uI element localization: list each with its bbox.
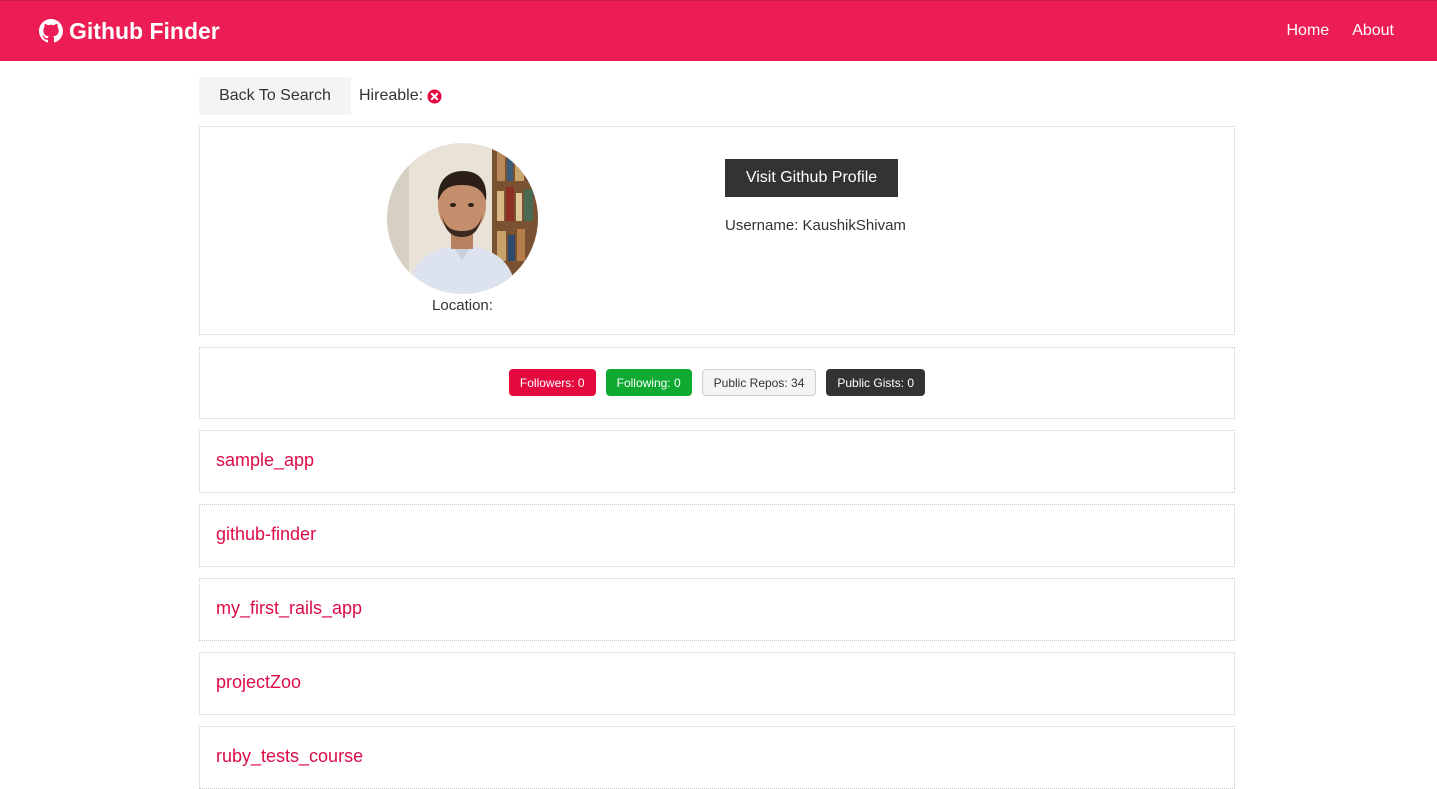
brand-title: Github Finder [69,17,220,44]
followers-badge: Followers: 0 [508,369,596,396]
repo-card: github-finder [199,504,1235,567]
stats-card: Followers: 0 Following: 0 Public Repos: … [199,347,1235,419]
repo-link[interactable]: projectZoo [216,672,301,693]
profile-card: Location: Visit Github Profile Username:… [199,126,1235,335]
repo-link[interactable]: my_first_rails_app [216,598,362,619]
nav-about-link[interactable]: About [1352,22,1394,40]
navbar: Github Finder Home About [0,0,1437,61]
repo-link[interactable]: ruby_tests_course [216,746,363,767]
github-icon [39,19,63,43]
repo-link[interactable]: github-finder [216,524,316,545]
hireable-status: Hireable: [359,87,442,105]
repo-link[interactable]: sample_app [216,450,314,471]
repo-card: my_first_rails_app [199,578,1235,641]
stats-badges: Followers: 0 Following: 0 Public Repos: … [200,369,1234,396]
repo-card: projectZoo [199,652,1235,715]
username-label: Username: KaushikShivam [725,217,906,234]
brand[interactable]: Github Finder [39,17,220,45]
nav-links: Home About [1287,22,1395,40]
avatar [387,143,538,294]
hireable-label: Hireable: [359,87,424,104]
nav-home-link[interactable]: Home [1287,22,1330,40]
public-repos-badge: Public Repos: 34 [701,369,817,396]
repo-card: sample_app [199,430,1235,493]
visit-github-profile-button[interactable]: Visit Github Profile [725,159,898,197]
location-label: Location: [432,297,493,314]
following-badge: Following: 0 [605,369,692,396]
public-gists-badge: Public Gists: 0 [826,369,926,396]
back-to-search-button[interactable]: Back To Search [199,77,351,115]
repo-card: ruby_tests_course [199,726,1235,789]
times-circle-icon [427,88,442,104]
